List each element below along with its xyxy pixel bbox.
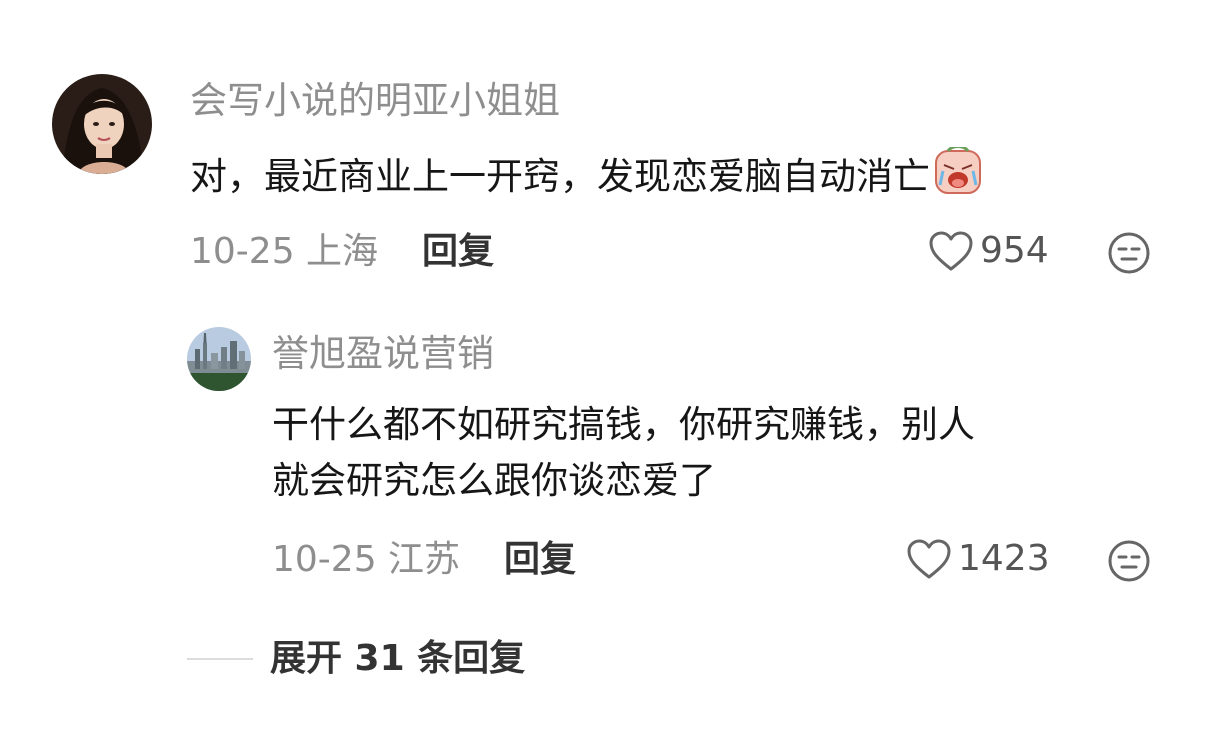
reply-button[interactable]: 回复 bbox=[422, 234, 494, 270]
expand-replies-button[interactable]: 展开 31 条回复 bbox=[270, 641, 525, 677]
avatar-cityscape-image bbox=[187, 327, 251, 391]
reply-text: 干什么都不如研究搞钱，你研究赚钱，别人 就会研究怎么跟你谈恋爱了 bbox=[272, 397, 1172, 509]
reply-text-line: 干什么都不如研究搞钱，你研究赚钱，别人 bbox=[272, 403, 975, 446]
reply-button[interactable]: 回复 bbox=[504, 542, 576, 578]
like-button[interactable]: 1423 bbox=[906, 538, 1050, 580]
comment-text: 对，最近商业上一开窍，发现恋爱脑自动消亡 bbox=[190, 145, 982, 211]
reply-avatar[interactable] bbox=[187, 327, 251, 391]
heart-outline-icon bbox=[928, 230, 974, 272]
avatar-portrait-image bbox=[52, 74, 152, 174]
like-button[interactable]: 954 bbox=[928, 230, 1049, 272]
expand-divider bbox=[187, 658, 253, 660]
like-count: 1423 bbox=[958, 538, 1050, 579]
commenter-username[interactable]: 会写小说的明亚小姐姐 bbox=[190, 82, 560, 119]
reply-text-line: 就会研究怎么跟你谈恋爱了 bbox=[272, 459, 716, 502]
reply-username[interactable]: 誉旭盈说营销 bbox=[272, 335, 494, 372]
crying-emoji-icon bbox=[934, 145, 982, 211]
comment-date-location: 10-25 上海 bbox=[190, 231, 379, 272]
heart-outline-icon bbox=[906, 538, 952, 580]
like-count: 954 bbox=[980, 230, 1049, 271]
neutral-face-icon[interactable] bbox=[1107, 231, 1151, 279]
commenter-avatar[interactable] bbox=[52, 74, 152, 174]
reply-date-location: 10-25 江苏 bbox=[272, 539, 461, 580]
neutral-face-icon[interactable] bbox=[1107, 539, 1151, 587]
comment-text-body: 对，最近商业上一开窍，发现恋爱脑自动消亡 bbox=[190, 155, 930, 198]
